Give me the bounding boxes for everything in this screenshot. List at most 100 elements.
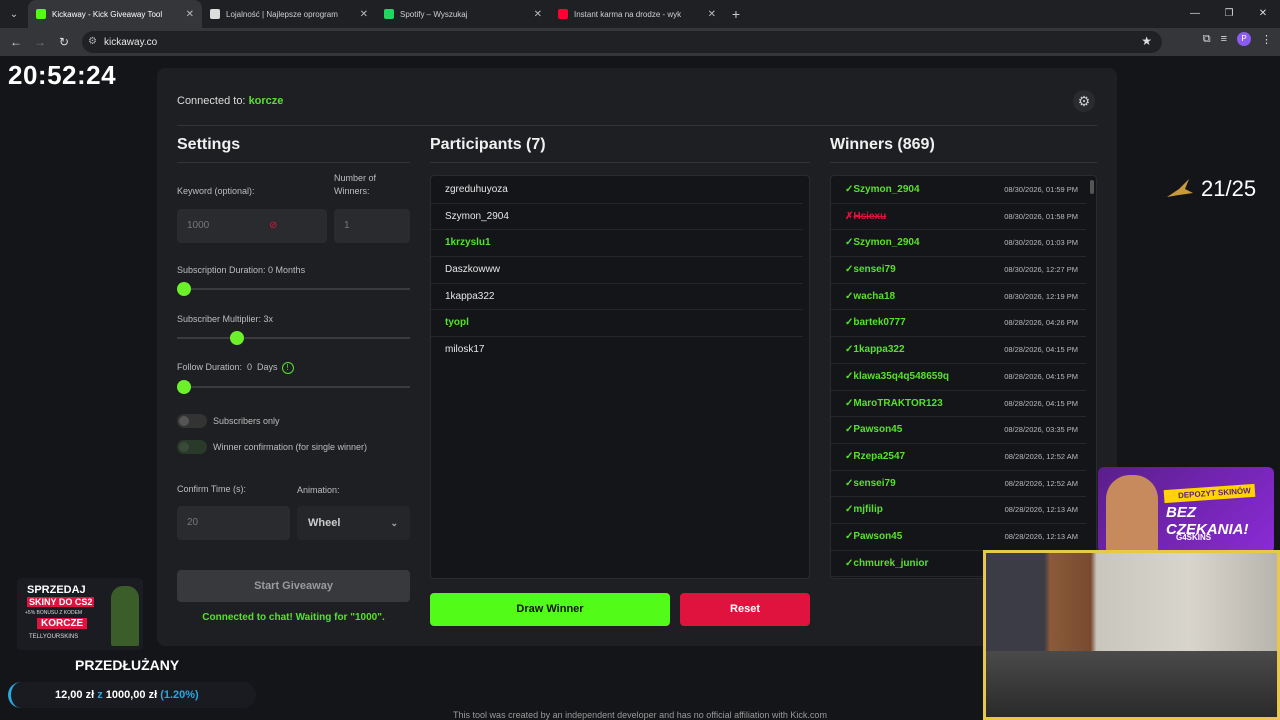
- participant-row[interactable]: Daszkowww: [431, 257, 803, 284]
- minimize-button[interactable]: —: [1178, 0, 1212, 28]
- ad-line1: SPRZEDAJ: [27, 584, 86, 596]
- slider-knob[interactable]: [229, 331, 244, 345]
- subscribers-only-label: Subscribers only: [213, 416, 280, 426]
- subscribers-only-toggle[interactable]: [177, 414, 207, 428]
- slider-knob[interactable]: [177, 282, 191, 296]
- participant-row[interactable]: 1krzyslu1: [431, 230, 803, 258]
- winners-count-label: Number of Winners:: [334, 173, 377, 196]
- winners-title: Winners (869): [830, 136, 935, 153]
- promo-banner: ⚡DEPOZYT SKINÓW BEZ CZEKANIA! G4SKINS: [1098, 467, 1274, 553]
- url-text: kickaway.co: [104, 36, 158, 48]
- winners-count-input[interactable]: 1: [334, 209, 410, 243]
- winner-name: Szymon_2904: [853, 237, 920, 249]
- participant-row[interactable]: 1kappa322: [431, 284, 803, 311]
- winner-date: 08/28/2026, 12:13 AM: [1004, 531, 1078, 541]
- settings-gear-icon[interactable]: ⚙: [1073, 90, 1095, 112]
- close-tab-icon[interactable]: ✕: [360, 9, 368, 20]
- close-tab-icon[interactable]: ✕: [186, 9, 194, 20]
- winner-row[interactable]: ✓Rzepa2547 08/28/2026, 12:52 AM: [831, 444, 1086, 471]
- slider-knob[interactable]: [177, 380, 191, 394]
- winner-row[interactable]: ✓Pawson45 08/28/2026, 03:35 PM: [831, 417, 1086, 444]
- ad-brand: TELLYOURSKINS: [29, 634, 79, 640]
- winner-name: bartek0777: [853, 317, 906, 329]
- ad-line3: +5% BONUSU Z KODEM: [25, 610, 83, 616]
- winner-row[interactable]: ✗Hsiexu 08/30/2026, 01:58 PM: [831, 204, 1086, 231]
- winner-row[interactable]: ✓Szymon_2904 08/30/2026, 01:59 PM: [831, 177, 1086, 204]
- winner-row[interactable]: ✓sensei79 08/30/2026, 12:27 PM: [831, 257, 1086, 284]
- tab-2[interactable]: Lojalność | Najlepsze oprogram ✕: [202, 0, 376, 28]
- streamer-image: [1106, 475, 1158, 553]
- follow-duration-row: Follow Duration: 0 Days!: [177, 362, 294, 374]
- winner-row[interactable]: ✓1kappa322 08/28/2026, 04:15 PM: [831, 337, 1086, 364]
- keyword-value: 1000: [187, 220, 210, 231]
- forward-button[interactable]: →: [28, 35, 52, 49]
- sub-duration-label: Subscription Duration: 0 Months: [177, 265, 306, 275]
- winner-date: 08/28/2026, 03:35 PM: [1004, 425, 1078, 435]
- winner-row[interactable]: ✓klawa35q4q548659q 08/28/2026, 04:15 PM: [831, 364, 1086, 391]
- url-bar[interactable]: ⚙ kickaway.co ★: [82, 31, 1162, 53]
- follow-duration-slider[interactable]: [177, 380, 410, 394]
- page: 20:52:24 Connected to: korcze ⚙ Settings…: [0, 56, 1280, 720]
- sub-multiplier-label: Subscriber Multiplier: 3x: [177, 314, 274, 324]
- winner-row[interactable]: ✓mjfilip 08/28/2026, 12:13 AM: [831, 497, 1086, 524]
- sub-multiplier-slider[interactable]: [177, 331, 410, 345]
- close-tab-icon[interactable]: ✕: [708, 9, 716, 20]
- skull-character-image: [111, 586, 139, 646]
- participants-list[interactable]: zgreduhuyoza Szymon_2904 1krzyslu1 Daszkoww…: [430, 175, 810, 579]
- winner-name: MaroTRAKTOR123: [853, 397, 943, 409]
- tab-title: Instant karma na drodze - wyk: [574, 9, 682, 19]
- goal-target: 1000,00 zł: [105, 689, 158, 701]
- settings-title: Settings: [177, 136, 241, 153]
- maximize-button[interactable]: ❐: [1212, 0, 1246, 28]
- tab-favicon-icon: [558, 9, 568, 19]
- connection-status: Connected to: korcze: [177, 95, 283, 107]
- close-window-button[interactable]: ✕: [1246, 0, 1280, 28]
- close-tab-icon[interactable]: ✕: [534, 9, 542, 20]
- keyword-input[interactable]: 1000 ⊘: [177, 209, 327, 243]
- winner-name: sensei79: [853, 264, 896, 276]
- participant-row[interactable]: tyopl: [431, 310, 803, 338]
- tab-4[interactable]: Instant karma na drodze - wyk ✕: [550, 0, 724, 28]
- participant-row[interactable]: zgreduhuyoza: [431, 177, 803, 204]
- bookmark-star-icon[interactable]: ★: [1141, 34, 1152, 48]
- media-controls-icon[interactable]: ≡: [1221, 33, 1227, 45]
- winner-row[interactable]: ✓MaroTRAKTOR123 08/28/2026, 04:15 PM: [831, 391, 1086, 418]
- scrollbar[interactable]: [1090, 180, 1094, 194]
- site-info-icon[interactable]: ⚙: [88, 36, 100, 48]
- winner-row[interactable]: ✓bartek0777 08/28/2026, 04:26 PM: [831, 310, 1086, 338]
- participant-row[interactable]: milosk17: [431, 337, 803, 364]
- winner-row[interactable]: ✓sensei79 08/28/2026, 12:52 AM: [831, 471, 1086, 498]
- participant-row[interactable]: Szymon_2904: [431, 204, 803, 231]
- animation-select[interactable]: Wheel ⌄: [297, 506, 410, 540]
- winner-name: wacha18: [853, 290, 896, 302]
- draw-winner-button[interactable]: Draw Winner: [430, 593, 670, 626]
- menu-icon[interactable]: ⋮: [1261, 33, 1272, 46]
- sub-duration-slider[interactable]: [177, 282, 410, 296]
- animation-value: Wheel: [308, 517, 341, 529]
- reset-button[interactable]: Reset: [680, 593, 810, 626]
- winner-name: Pawson45: [853, 424, 903, 436]
- winner-name: klawa35q4q548659q: [853, 370, 950, 382]
- confirm-time-label: Confirm Time (s):: [177, 484, 247, 494]
- winner-row[interactable]: ✓Szymon_2904 08/30/2026, 01:03 PM: [831, 230, 1086, 258]
- winner-row[interactable]: ✓Pawson45 08/28/2026, 12:13 AM: [831, 524, 1086, 551]
- winner-row[interactable]: ✓wacha18 08/30/2026, 12:19 PM: [831, 284, 1086, 311]
- start-giveaway-button[interactable]: Start Giveaway: [177, 570, 410, 602]
- tab-bar: ⌄ Kickaway - Kick Giveaway Tool ✕ Lojalnoś…: [0, 0, 1280, 28]
- webcam-feed: [983, 550, 1280, 720]
- tab-1[interactable]: Kickaway - Kick Giveaway Tool ✕: [28, 0, 202, 28]
- winners-list[interactable]: ✓Szymon_2904 08/30/2026, 01:59 PM ✗Hsiexu 0…: [830, 175, 1097, 579]
- tab-search-button[interactable]: ⌄: [0, 0, 28, 28]
- promo-top: ⚡DEPOZYT SKINÓW: [1163, 483, 1256, 504]
- confirm-time-input[interactable]: 20: [177, 506, 290, 540]
- tab-3[interactable]: Spotify – Wyszukaj ✕: [376, 0, 550, 28]
- profile-avatar[interactable]: P: [1237, 32, 1251, 46]
- new-tab-button[interactable]: +: [724, 6, 748, 22]
- extensions-icon[interactable]: ⧉: [1203, 33, 1211, 46]
- back-button[interactable]: ←: [4, 35, 28, 49]
- reload-button[interactable]: ↻: [52, 35, 76, 49]
- winner-confirmation-toggle[interactable]: [177, 440, 207, 454]
- winner-date: 08/28/2026, 12:52 AM: [1004, 451, 1078, 461]
- info-icon[interactable]: !: [281, 362, 294, 374]
- winner-confirmation-label: Winner confirmation (for single winner): [213, 442, 368, 452]
